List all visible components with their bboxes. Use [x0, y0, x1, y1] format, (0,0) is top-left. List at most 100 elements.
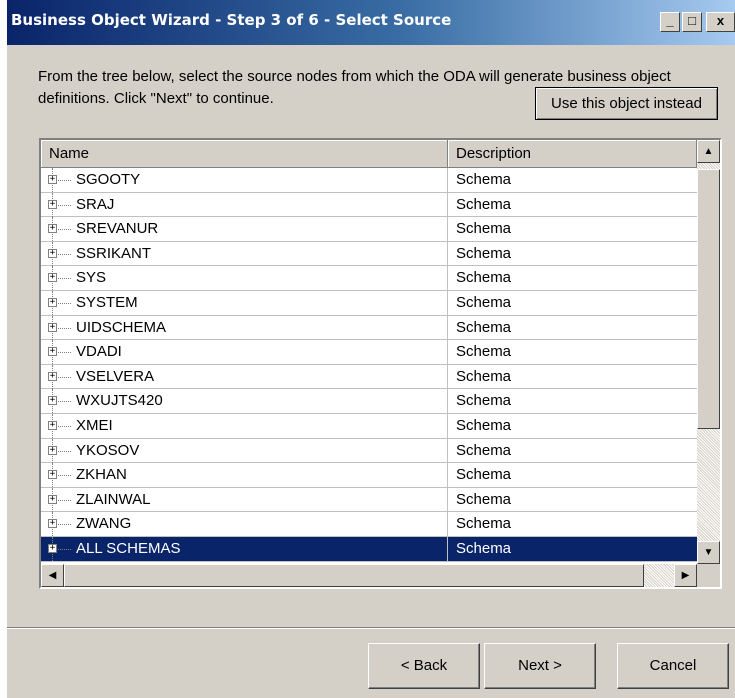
- tree-name-cell[interactable]: + XMEI: [41, 413, 448, 438]
- schema-name[interactable]: VSELVERA: [73, 365, 157, 389]
- schema-name[interactable]: ALL SCHEMAS: [73, 536, 184, 561]
- vertical-scroll-thumb[interactable]: [697, 169, 720, 429]
- back-button[interactable]: < Back: [368, 643, 480, 689]
- schema-name[interactable]: SREVANUR: [73, 217, 161, 241]
- tree-branch-line: [58, 278, 71, 280]
- expand-icon[interactable]: +: [48, 347, 57, 357]
- tree-name-cell[interactable]: + ZKHAN: [41, 463, 448, 488]
- scroll-corner: [697, 564, 720, 587]
- close-button[interactable]: x: [706, 12, 735, 32]
- tree-row[interactable]: + SREVANUR Schema: [41, 217, 697, 242]
- horizontal-scroll-thumb[interactable]: [64, 564, 644, 587]
- expand-icon[interactable]: +: [48, 248, 57, 258]
- tree-row[interactable]: + SRAJ Schema: [41, 192, 697, 218]
- expand-icon[interactable]: +: [48, 371, 57, 381]
- tree-branch-line: [58, 475, 71, 477]
- schema-description: Schema: [456, 293, 512, 311]
- tree-branch-line: [58, 302, 71, 304]
- title-bar: Business Object Wizard - Step 3 of 6 - S…: [7, 0, 735, 45]
- schema-name[interactable]: SRAJ: [73, 193, 117, 217]
- tree-row[interactable]: + SYSTEM Schema: [41, 290, 697, 316]
- tree-name-cell[interactable]: + SYSTEM: [41, 290, 448, 315]
- scroll-right-button[interactable]: ▶: [674, 564, 697, 587]
- schema-name[interactable]: SYSTEM: [73, 291, 141, 315]
- schema-name[interactable]: UIDSCHEMA: [73, 316, 169, 340]
- expand-icon[interactable]: +: [48, 543, 57, 553]
- tree-name-cell[interactable]: + WXUJTS420: [41, 389, 448, 414]
- minimize-button[interactable]: _: [660, 12, 680, 32]
- schema-name[interactable]: ZLAINWAL: [73, 488, 153, 512]
- schema-name[interactable]: WXUJTS420: [73, 389, 166, 413]
- expand-icon[interactable]: +: [48, 175, 57, 184]
- schema-name[interactable]: SYS: [73, 266, 109, 290]
- tree-name-cell[interactable]: + SREVANUR: [41, 217, 448, 242]
- tree-name-cell[interactable]: + ALL SCHEMAS: [41, 536, 448, 561]
- schema-name[interactable]: SSRIKANT: [73, 242, 154, 266]
- tree-branch-line: [58, 499, 71, 501]
- tree-name-cell[interactable]: + UIDSCHEMA: [41, 315, 448, 340]
- tree-row[interactable]: + ZLAINWAL Schema: [41, 487, 697, 513]
- next-button[interactable]: Next >: [484, 643, 596, 689]
- expand-icon[interactable]: +: [48, 199, 57, 209]
- schema-name[interactable]: ZKHAN: [73, 463, 130, 487]
- tree-row[interactable]: + SGOOTY Schema: [41, 168, 697, 193]
- cancel-button[interactable]: Cancel: [617, 643, 729, 689]
- tree-row[interactable]: + ZKHAN Schema: [41, 463, 697, 488]
- schema-description: Schema: [456, 171, 512, 188]
- schema-description: Schema: [456, 416, 512, 434]
- schema-description: Schema: [456, 220, 512, 238]
- tree-rows: + SGOOTY Schema + SRAJ Schema + SREVANUR Schema +…: [41, 168, 697, 562]
- schema-name[interactable]: YKOSOV: [73, 439, 142, 463]
- expand-icon[interactable]: +: [48, 470, 57, 480]
- tree-name-cell[interactable]: + SSRIKANT: [41, 241, 448, 266]
- schema-name[interactable]: SGOOTY: [73, 168, 143, 192]
- scroll-down-button[interactable]: ▼: [697, 541, 720, 564]
- source-tree[interactable]: Name Description + SGOOTY Schema + SRAJ Schem…: [39, 138, 722, 589]
- expand-icon[interactable]: +: [48, 224, 57, 234]
- schema-description: Schema: [456, 490, 512, 508]
- expand-icon[interactable]: +: [48, 273, 57, 283]
- schema-description: Schema: [456, 392, 512, 410]
- schema-name[interactable]: VDADI: [73, 340, 125, 364]
- schema-description: Schema: [456, 515, 512, 533]
- schema-name[interactable]: ZWANG: [73, 512, 134, 536]
- tree-name-cell[interactable]: + ZWANG: [41, 512, 448, 537]
- schema-name[interactable]: XMEI: [73, 414, 116, 438]
- expand-icon[interactable]: +: [48, 396, 57, 406]
- tree-branch-line: [58, 376, 71, 378]
- tree-row[interactable]: + VSELVERA Schema: [41, 364, 697, 390]
- tree-branch-line: [58, 327, 71, 329]
- tree-name-cell[interactable]: + YKOSOV: [41, 438, 448, 463]
- use-this-object-button[interactable]: Use this object instead: [535, 87, 718, 120]
- tree-name-cell[interactable]: + VDADI: [41, 340, 448, 365]
- tree-name-cell[interactable]: + SGOOTY: [41, 168, 448, 192]
- tree-name-cell[interactable]: + ZLAINWAL: [41, 487, 448, 512]
- expand-icon[interactable]: +: [48, 322, 57, 332]
- tree-branch-line: [58, 450, 71, 452]
- column-header-name[interactable]: Name: [41, 140, 448, 168]
- tree-row[interactable]: + XMEI Schema: [41, 413, 697, 439]
- tree-row[interactable]: + WXUJTS420 Schema: [41, 389, 697, 414]
- tree-row[interactable]: + ZWANG Schema: [41, 512, 697, 537]
- schema-description: Schema: [456, 269, 512, 287]
- scroll-up-button[interactable]: ▲: [697, 140, 720, 163]
- tree-name-cell[interactable]: + VSELVERA: [41, 364, 448, 389]
- expand-icon[interactable]: +: [48, 420, 57, 430]
- tree-row[interactable]: + YKOSOV Schema: [41, 438, 697, 464]
- maximize-button[interactable]: □: [682, 12, 702, 32]
- tree-name-cell[interactable]: + SYS: [41, 266, 448, 291]
- tree-row[interactable]: + VDADI Schema: [41, 340, 697, 365]
- tree-row[interactable]: + UIDSCHEMA Schema: [41, 315, 697, 341]
- vertical-scrollbar[interactable]: ▲ ▼: [697, 140, 720, 564]
- tree-row[interactable]: + ALL SCHEMAS Schema: [41, 536, 697, 562]
- tree-row[interactable]: + SYS Schema: [41, 266, 697, 291]
- expand-icon[interactable]: +: [48, 494, 57, 504]
- expand-icon[interactable]: +: [48, 445, 57, 455]
- expand-icon[interactable]: +: [48, 297, 57, 307]
- tree-name-cell[interactable]: + SRAJ: [41, 192, 448, 217]
- tree-row[interactable]: + SSRIKANT Schema: [41, 241, 697, 267]
- horizontal-scrollbar[interactable]: ◀ ▶: [41, 564, 697, 587]
- column-header-description[interactable]: Description: [448, 140, 697, 168]
- expand-icon[interactable]: +: [48, 519, 57, 529]
- scroll-left-button[interactable]: ◀: [41, 564, 64, 587]
